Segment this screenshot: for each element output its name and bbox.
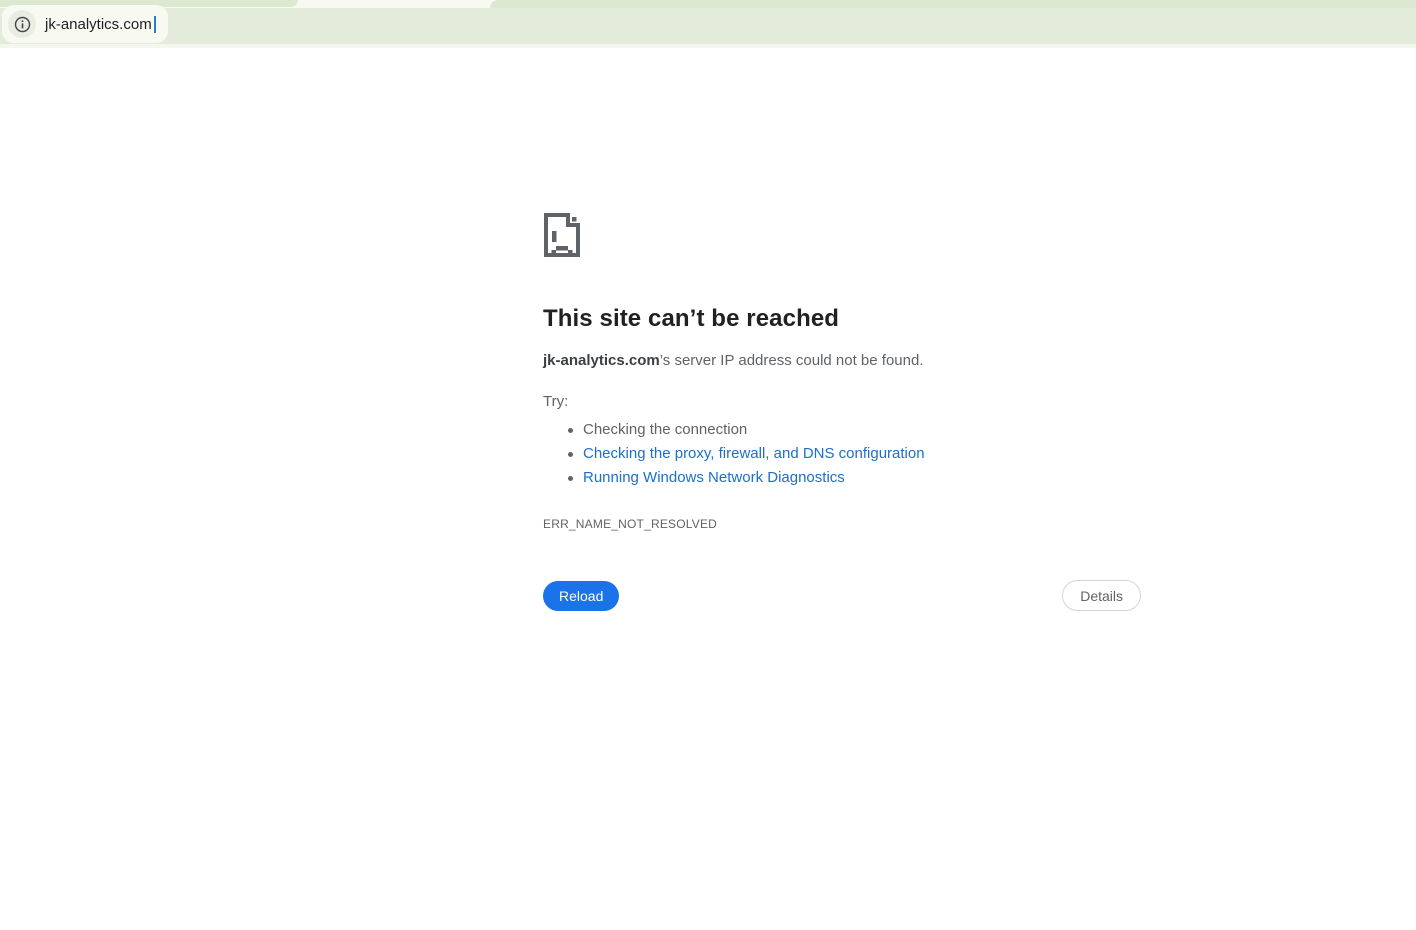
sad-file-icon: [544, 213, 580, 257]
error-page: This site can’t be reached jk-analytics.…: [543, 212, 1143, 611]
suggestion-proxy-firewall-dns: Checking the proxy, firewall, and DNS co…: [543, 442, 1143, 466]
error-message-rest: ’s server IP address could not be found.: [659, 352, 924, 369]
toolbar-background: [0, 8, 1416, 44]
address-bar[interactable]: jk-analytics.com: [2, 5, 168, 43]
tab-shape[interactable]: [490, 0, 1416, 8]
proxy-firewall-dns-link[interactable]: Checking the proxy, firewall, and DNS co…: [583, 445, 925, 462]
error-code: ERR_NAME_NOT_RESOLVED: [543, 517, 718, 531]
url-text[interactable]: jk-analytics.com: [45, 16, 152, 33]
suggestion-check-connection: Checking the connection: [543, 418, 1143, 442]
try-label: Try:: [543, 393, 569, 410]
text-caret: [153, 15, 157, 33]
suggestion-list: Checking the connection Checking the pro…: [543, 418, 1143, 490]
error-title: This site can’t be reached: [543, 305, 840, 332]
action-buttons-row: Reload Details: [543, 580, 1141, 611]
toolbar-bottom-edge: [0, 44, 1416, 48]
browser-toolbar: jk-analytics.com: [0, 0, 1416, 48]
network-diagnostics-link[interactable]: Running Windows Network Diagnostics: [583, 469, 845, 486]
site-info-button[interactable]: [8, 10, 36, 38]
info-icon: [14, 16, 30, 32]
suggestion-text: Checking the connection: [583, 421, 748, 438]
error-message-domain: jk-analytics.com: [543, 352, 660, 369]
suggestion-network-diagnostics: Running Windows Network Diagnostics: [543, 466, 1143, 490]
reload-button[interactable]: Reload: [543, 580, 620, 611]
details-button[interactable]: Details: [1062, 580, 1141, 611]
error-message: jk-analytics.com’s server IP address cou…: [543, 352, 1143, 369]
